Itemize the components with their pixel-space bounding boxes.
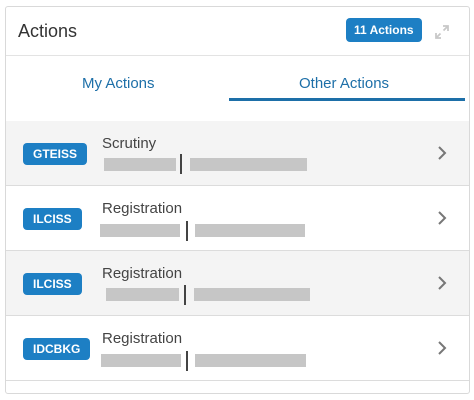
redacted-text [194, 288, 310, 301]
active-tab-indicator [229, 98, 465, 101]
action-code-badge: IDCBKG [23, 338, 91, 360]
chevron-right-icon [438, 276, 447, 290]
list-item[interactable]: ILCISS Registration [6, 251, 469, 316]
expand-icon[interactable] [434, 24, 450, 40]
redacted-text [195, 224, 305, 237]
separator [186, 221, 188, 241]
tab-my-actions[interactable]: My Actions [82, 75, 155, 92]
actions-list: GTEISS Scrutiny ILCISS Registration ILCI… [6, 121, 469, 381]
tab-bar: My Actions Other Actions [6, 56, 469, 108]
list-item[interactable]: ILCISS Registration [6, 186, 469, 251]
action-title: Registration [102, 265, 183, 282]
list-item[interactable]: IDCBKG Registration [6, 316, 469, 381]
tab-other-actions[interactable]: Other Actions [299, 75, 389, 92]
actions-panel: Actions 11 Actions My Actions Other Acti… [5, 6, 470, 394]
redacted-text [100, 224, 180, 237]
action-title: Registration [102, 330, 183, 347]
actions-count-badge[interactable]: 11 Actions [346, 18, 422, 42]
chevron-right-icon [438, 341, 447, 355]
panel-header: Actions 11 Actions [6, 7, 469, 56]
action-code-badge: ILCISS [23, 208, 82, 230]
action-code-badge: GTEISS [23, 143, 88, 165]
redacted-text [190, 158, 307, 171]
separator [180, 154, 182, 174]
action-title: Registration [102, 200, 183, 217]
chevron-right-icon [438, 146, 447, 160]
chevron-right-icon [438, 211, 447, 225]
redacted-text [101, 354, 181, 367]
redacted-text [195, 354, 306, 367]
action-title: Scrutiny [102, 135, 157, 152]
action-code-badge: ILCISS [23, 273, 82, 295]
separator [186, 351, 188, 371]
redacted-text [104, 158, 176, 171]
separator [184, 285, 186, 305]
redacted-text [106, 288, 179, 301]
panel-title: Actions [18, 20, 78, 41]
list-item[interactable]: GTEISS Scrutiny [6, 121, 469, 186]
